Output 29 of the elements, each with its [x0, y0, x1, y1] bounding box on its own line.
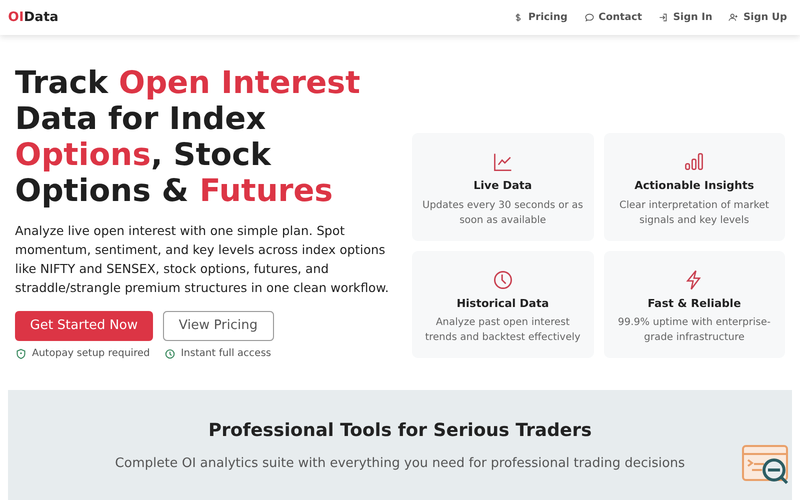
nav-link[interactable]: Contact: [584, 10, 642, 25]
note-text: Autopay setup required: [32, 347, 150, 361]
chat-bubble-icon: [584, 12, 595, 23]
feature-description: Clear interpretation of market signals and key levels: [618, 198, 770, 228]
feature-title: Actionable Insights: [634, 178, 754, 194]
section-title: Professional Tools for Serious Traders: [208, 419, 592, 443]
view-pricing-button[interactable]: View Pricing: [162, 311, 274, 341]
note-text: Instant full access: [180, 347, 272, 361]
nav-link[interactable]: Sign Up: [728, 10, 787, 25]
hero-headline: Track Open Interest Data for Index Options, Stock Options & Futures: [15, 65, 362, 209]
feature-description: Analyze past open interest trends and backtest effectively: [424, 316, 582, 345]
hero-description: Analyze live open interest with one simple plan. Spot momentum, sentiment, and key levels across index options like NIFTY and SENSEX, stock options, futures, and straddle/strangle premium structures in one clean workflow.: [15, 222, 390, 297]
nav-link[interactable]: Sign In: [658, 10, 712, 25]
feature-title: Live Data: [474, 178, 532, 194]
logo[interactable]: OIData: [8, 8, 58, 28]
section-subtitle: Complete OI analytics suite with everything you need for professional trading decisions: [115, 455, 685, 473]
get-started-button[interactable]: Get Started Now: [15, 311, 153, 341]
feature-title: Fast & Reliable: [648, 296, 741, 312]
sign-in-icon: [658, 12, 670, 23]
feature-title: Historical Data: [456, 296, 549, 312]
feature-description: Updates every 30 seconds or as soon as available: [421, 198, 584, 228]
clock-icon: [164, 348, 176, 360]
shield-icon: [15, 348, 27, 360]
nav-link[interactable]: Pricing: [513, 10, 568, 25]
add-user-icon: [728, 12, 740, 23]
bar-chart-icon: [683, 151, 706, 173]
clock-icon: [492, 268, 514, 290]
line-chart-icon: [492, 151, 514, 173]
feature-description: 99.9% uptime with enterprise-grade infrastructure: [616, 316, 772, 345]
